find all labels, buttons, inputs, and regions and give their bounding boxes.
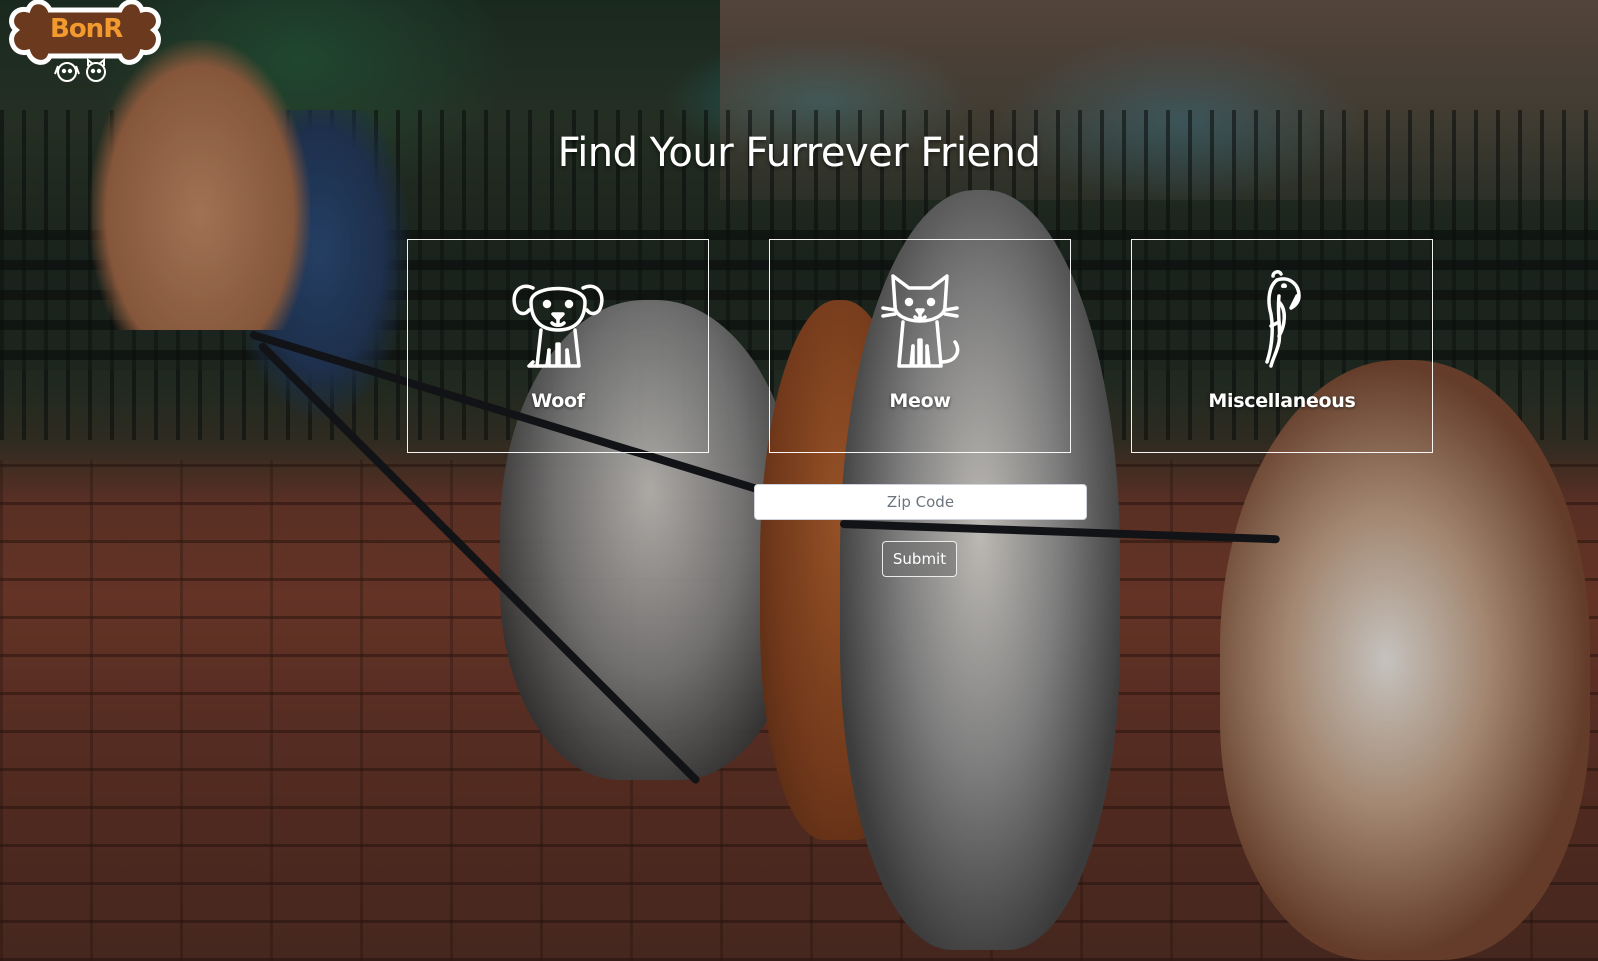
cat-icon	[881, 274, 960, 368]
category-card-miscellaneous[interactable]: Miscellaneous	[1131, 239, 1433, 453]
hero-heading: Find Your Furrever Friend	[0, 130, 1598, 176]
page-title: Find Your Furrever Friend	[557, 130, 1041, 176]
bird-icon	[1265, 270, 1301, 368]
dog-icon	[512, 284, 604, 368]
submit-button[interactable]: Submit	[882, 541, 957, 577]
category-card-meow[interactable]: Meow	[769, 239, 1071, 453]
category-label-woof: Woof	[531, 390, 585, 412]
logo-text: BonR	[50, 14, 123, 44]
zip-code-input[interactable]	[754, 484, 1087, 520]
brand-logo[interactable]: BonR	[6, 0, 164, 95]
page: BonR Find Your Furrever Friend Woof Meow…	[0, 0, 1598, 961]
category-label-miscellaneous: Miscellaneous	[1208, 390, 1356, 412]
category-label-meow: Meow	[889, 390, 951, 412]
category-card-woof[interactable]: Woof	[407, 239, 709, 453]
